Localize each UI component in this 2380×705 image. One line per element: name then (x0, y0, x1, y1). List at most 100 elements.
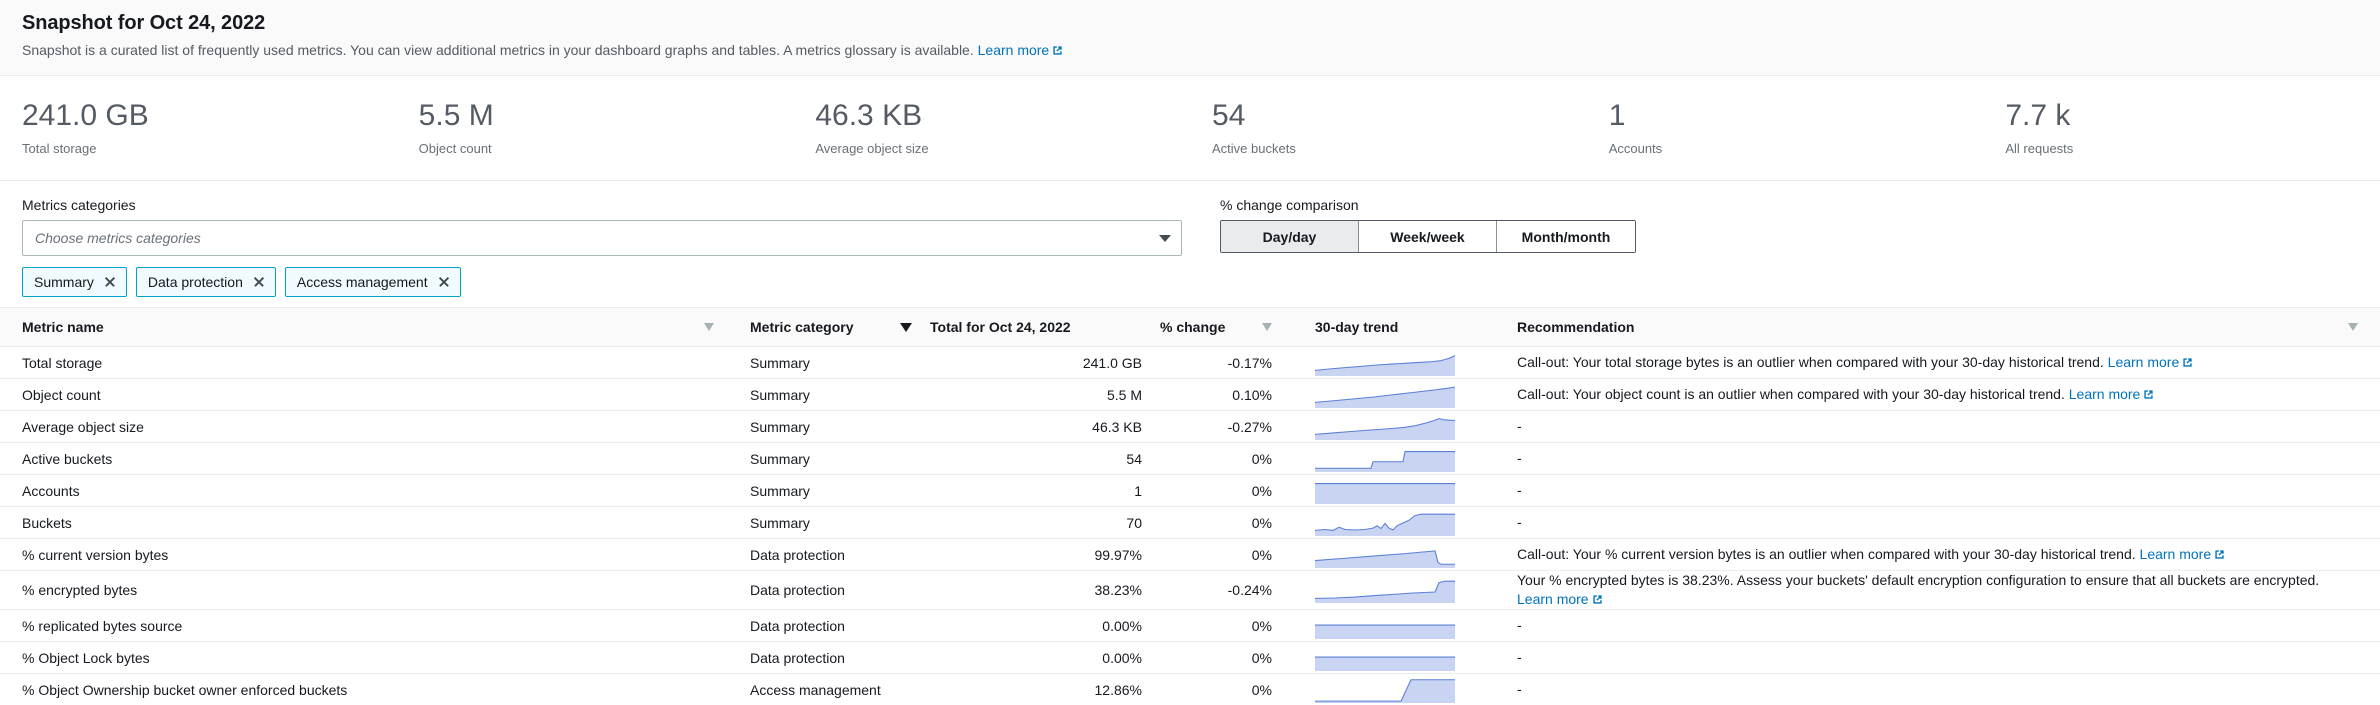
cell-metric-name: % replicated bytes source (0, 618, 730, 634)
stat-value: 5.5 M (419, 98, 794, 134)
sparkline-chart (1315, 677, 1455, 703)
segment-week-week[interactable]: Week/week (1359, 221, 1497, 252)
stat-accounts: 1 Accounts (1587, 98, 1984, 156)
cell-pct-change: 0% (1160, 483, 1290, 499)
sparkline-chart (1315, 645, 1455, 671)
sort-descending-hollow-icon[interactable] (1262, 323, 1272, 331)
cell-metric-name: Active buckets (0, 451, 730, 467)
cell-trend (1290, 613, 1495, 639)
table-row[interactable]: % Object Ownership bucket owner enforced… (0, 674, 2380, 705)
metrics-table: Metric name Metric category Total for Oc… (0, 307, 2380, 705)
cell-pct-change: 0% (1160, 547, 1290, 563)
chip-access-management[interactable]: Access management (285, 267, 461, 297)
stat-value: 54 (1212, 98, 1587, 134)
page-title: Snapshot for Oct 24, 2022 (22, 12, 2358, 35)
table-row[interactable]: % current version bytesData protection99… (0, 539, 2380, 571)
chip-label: Summary (34, 274, 94, 290)
cell-total: 0.00% (930, 650, 1160, 666)
page-description: Snapshot is a curated list of frequently… (22, 41, 2358, 59)
cell-pct-change: 0.10% (1160, 387, 1290, 403)
stat-label: All requests (2005, 141, 2380, 156)
cell-recommendation: - (1495, 648, 2380, 667)
column-header-metric-category[interactable]: Metric category (730, 319, 930, 335)
external-link-icon (2214, 549, 2225, 560)
cell-metric-name: Average object size (0, 419, 730, 435)
column-header-recommendation[interactable]: Recommendation (1495, 318, 2380, 337)
recommendation-empty: - (1517, 681, 1522, 697)
chip-summary[interactable]: Summary (22, 267, 127, 297)
cell-pct-change: 0% (1160, 650, 1290, 666)
sparkline-chart (1315, 350, 1455, 376)
cell-metric-name: Total storage (0, 355, 730, 371)
header-learn-more-link[interactable]: Learn more (978, 42, 1064, 58)
table-body: Total storageSummary241.0 GB-0.17%Call-o… (0, 347, 2380, 705)
segment-day-day[interactable]: Day/day (1221, 221, 1359, 252)
close-icon[interactable] (438, 276, 450, 288)
table-row[interactable]: Total storageSummary241.0 GB-0.17%Call-o… (0, 347, 2380, 379)
column-header-metric-name[interactable]: Metric name (0, 319, 730, 335)
column-label: Metric name (22, 319, 104, 335)
column-header-pct-change[interactable]: % change (1160, 319, 1290, 335)
sparkline-chart (1315, 577, 1455, 603)
cell-pct-change: 0% (1160, 515, 1290, 531)
sparkline-chart (1315, 542, 1455, 568)
filters-bar: Metrics categories Choose metrics catego… (0, 181, 2380, 307)
cell-total: 1 (930, 483, 1160, 499)
cell-metric-category: Data protection (730, 618, 930, 634)
chevron-down-icon (1159, 235, 1171, 242)
recommendation-learn-more-link[interactable]: Learn more (2108, 354, 2194, 370)
table-row[interactable]: Average object sizeSummary46.3 KB-0.27%- (0, 411, 2380, 443)
stat-label: Active buckets (1212, 141, 1587, 156)
segment-month-month[interactable]: Month/month (1497, 221, 1635, 252)
cell-total: 46.3 KB (930, 419, 1160, 435)
column-header-trend: 30-day trend (1290, 319, 1495, 335)
close-icon[interactable] (253, 276, 265, 288)
cell-metric-name: % encrypted bytes (0, 582, 730, 598)
close-icon[interactable] (104, 276, 116, 288)
table-row[interactable]: % Object Lock bytesData protection0.00%0… (0, 642, 2380, 674)
table-row[interactable]: % replicated bytes sourceData protection… (0, 610, 2380, 642)
cell-recommendation: - (1495, 513, 2380, 532)
external-link-icon (2182, 357, 2193, 368)
recommendation-learn-more-link[interactable]: Learn more (1517, 591, 1603, 607)
stat-all-requests: 7.7 k All requests (1983, 98, 2380, 156)
sort-descending-hollow-icon[interactable] (704, 323, 714, 331)
recommendation-learn-more-link[interactable]: Learn more (2069, 386, 2155, 402)
table-row[interactable]: % encrypted bytesData protection38.23%-0… (0, 571, 2380, 610)
cell-recommendation: - (1495, 680, 2380, 699)
stat-total-storage: 241.0 GB Total storage (0, 98, 397, 156)
cell-trend (1290, 577, 1495, 603)
table-row[interactable]: Object countSummary5.5 M0.10%Call-out: Y… (0, 379, 2380, 411)
cell-recommendation: Call-out: Your total storage bytes is an… (1495, 353, 2380, 372)
table-row[interactable]: BucketsSummary700%- (0, 507, 2380, 539)
header-learn-more-label: Learn more (978, 42, 1050, 58)
table-row[interactable]: AccountsSummary10%- (0, 475, 2380, 507)
recommendation-learn-more-label: Learn more (2069, 386, 2141, 402)
chip-label: Access management (297, 274, 428, 290)
cell-recommendation: - (1495, 481, 2380, 500)
recommendation-learn-more-label: Learn more (2140, 546, 2212, 562)
cell-total: 0.00% (930, 618, 1160, 634)
cell-metric-name: Accounts (0, 483, 730, 499)
cell-metric-category: Summary (730, 387, 930, 403)
recommendation-learn-more-link[interactable]: Learn more (2140, 546, 2226, 562)
cell-pct-change: 0% (1160, 682, 1290, 698)
cell-recommendation: Call-out: Your object count is an outlie… (1495, 385, 2380, 404)
metrics-categories-select[interactable]: Choose metrics categories (22, 220, 1182, 256)
sparkline-chart (1315, 382, 1455, 408)
table-row[interactable]: Active bucketsSummary540%- (0, 443, 2380, 475)
cell-pct-change: -0.27% (1160, 419, 1290, 435)
cell-total: 99.97% (930, 547, 1160, 563)
sort-descending-hollow-icon[interactable] (2348, 323, 2358, 331)
column-header-total[interactable]: Total for Oct 24, 2022 (930, 319, 1160, 335)
cell-trend (1290, 677, 1495, 703)
sort-descending-solid-icon[interactable] (900, 323, 912, 332)
recommendation-empty: - (1517, 418, 1522, 434)
column-label: Metric category (750, 319, 853, 335)
cell-recommendation: Your % encrypted bytes is 38.23%. Assess… (1495, 571, 2380, 609)
cell-recommendation: Call-out: Your % current version bytes i… (1495, 545, 2380, 564)
external-link-icon (2143, 389, 2154, 400)
chip-data-protection[interactable]: Data protection (136, 267, 276, 297)
cell-trend (1290, 542, 1495, 568)
stat-label: Accounts (1609, 141, 1984, 156)
